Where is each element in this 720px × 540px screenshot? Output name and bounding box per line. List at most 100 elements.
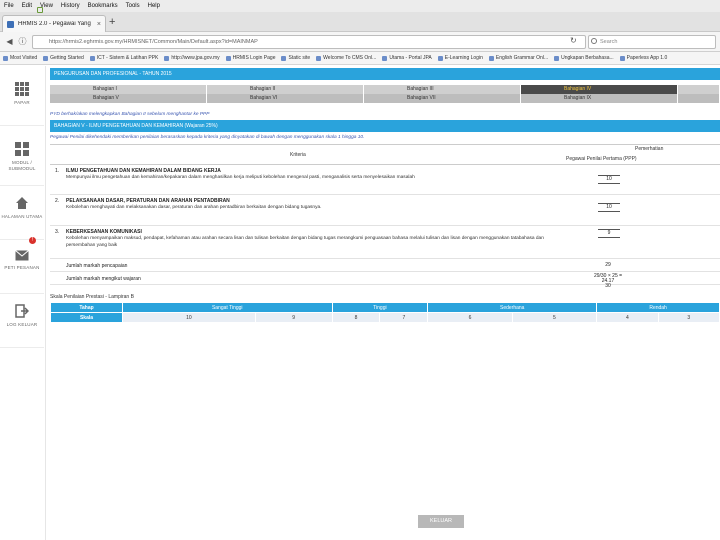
section-title: BAHAGIAN V - ILMU PENGETAHUAN DAN KEMAHI… bbox=[50, 120, 720, 132]
skala-value: 6 bbox=[427, 312, 513, 323]
bookmark-icon bbox=[437, 55, 443, 61]
tab-bahagian-9[interactable]: Bahagian IX bbox=[521, 94, 678, 103]
score-input[interactable]: 10 bbox=[598, 203, 620, 212]
bookmark-item[interactable]: ICT - Sistem & Latihan PPK bbox=[89, 55, 158, 61]
criteria-table: Kriteria Pemerhatian Pegawai Penilai Per… bbox=[50, 144, 720, 289]
bookmark-item[interactable]: Utama - Portal JPA bbox=[382, 55, 432, 61]
bookmark-item[interactable]: Most Visited bbox=[3, 55, 37, 61]
menu-tools[interactable]: Tools bbox=[126, 3, 140, 9]
skala-title: Skala Penilaian Prestasi - Lampiran B bbox=[50, 294, 134, 300]
tab-title: HRMIS 2.0 - Pegawai Yang ... bbox=[18, 21, 93, 27]
tab-bahagian-4[interactable]: Bahagian IV bbox=[521, 85, 678, 94]
summary-row: Jumlah markah mengikut wajaran 29/30 × 2… bbox=[50, 272, 720, 289]
skala-table: Tahap Sangat Tinggi Tinggi Sederhana Ren… bbox=[50, 302, 720, 323]
bookmark-icon bbox=[316, 55, 322, 61]
skala-value: 7 bbox=[379, 312, 429, 323]
bookmark-item[interactable]: E-Learning Login bbox=[437, 55, 483, 61]
tab-strip: HRMIS 2.0 - Pegawai Yang ... × + bbox=[0, 12, 720, 32]
search-input[interactable]: Search bbox=[588, 35, 716, 49]
menu-bar: File Edit View History Bookmarks Tools H… bbox=[0, 0, 720, 12]
summary-row: Jumlah markah pencapaian 29 bbox=[50, 259, 720, 272]
bookmark-icon bbox=[554, 55, 560, 61]
skala-value: 8 bbox=[331, 312, 381, 323]
bookmark-icon bbox=[488, 55, 494, 61]
bookmark-icon bbox=[619, 55, 625, 61]
sidebar-label: HALAMAN UTAMA bbox=[1, 214, 43, 219]
favicon-icon bbox=[7, 20, 14, 28]
keluar-button[interactable]: KELUAR bbox=[418, 515, 464, 528]
bookmark-item[interactable]: HRMIS Login Page bbox=[225, 55, 275, 61]
menu-history[interactable]: History bbox=[61, 3, 80, 9]
sidebar-item-halaman-utama[interactable]: HALAMAN UTAMA bbox=[0, 184, 44, 240]
tab-bahagian-5[interactable]: Bahagian V bbox=[50, 94, 207, 103]
bookmark-item[interactable]: Ungkapan Berbahasa... bbox=[554, 55, 614, 61]
menu-file[interactable]: File bbox=[4, 3, 14, 9]
apps-grid-icon bbox=[15, 82, 29, 96]
skala-value: 3 bbox=[657, 312, 720, 323]
bookmark-icon bbox=[225, 55, 231, 61]
score-input[interactable]: 9 bbox=[598, 229, 620, 238]
bookmark-item[interactable]: http://www.jpa.gov.my bbox=[164, 55, 220, 61]
jumlah-wajaran-result: 30 bbox=[605, 283, 611, 289]
notice-text: PYD berhak/akan melengkapkan Bahagian II… bbox=[50, 112, 210, 117]
search-icon bbox=[591, 38, 597, 44]
bookmark-icon bbox=[43, 55, 49, 61]
menu-bookmarks[interactable]: Bookmarks bbox=[88, 3, 118, 9]
back-icon[interactable]: ◀ bbox=[4, 36, 15, 47]
menu-edit[interactable]: Edit bbox=[22, 3, 32, 9]
tab-spacer bbox=[678, 85, 720, 94]
table-row: 2. PELAKSANAAN DASAR, PERATURAN DAN ARAH… bbox=[50, 195, 720, 226]
sidebar-label: MODUL / SUBMODUL bbox=[8, 160, 36, 171]
module-grid-icon bbox=[15, 142, 29, 156]
bookmark-icon bbox=[3, 55, 8, 61]
jumlah-wajaran-label: Jumlah markah mengikut wajaran bbox=[66, 276, 141, 282]
criteria-desc: Kebolehan menghayati dan melaksanakan da… bbox=[66, 205, 322, 210]
sidebar-item-modul[interactable]: MODUL / SUBMODUL bbox=[0, 130, 44, 186]
criteria-desc: Kebolehan menyampaikan maksud, pendapat,… bbox=[66, 236, 544, 248]
page-title: PENGURUSAN DAN PROFESIONAL - TAHUN 2015 bbox=[50, 68, 720, 80]
bookmark-item[interactable]: Welcome To CMS Onl... bbox=[316, 55, 376, 61]
sidebar-item-log-keluar[interactable]: LOG KELUAR bbox=[0, 292, 44, 348]
skala-value: 4 bbox=[596, 312, 659, 323]
criteria-desc: Mempunyai ilmu pengetahuan dan kemahiran… bbox=[66, 175, 415, 180]
url-bar[interactable]: https://hrmis2.eghrmis.gov.my/HRMISNET/C… bbox=[32, 35, 586, 49]
tab-bahagian-1[interactable]: Bahagian I bbox=[50, 85, 207, 94]
skala-header-tahap: Tahap bbox=[50, 302, 123, 313]
sidebar-label: PETI PESANAN bbox=[4, 265, 40, 270]
main-content: PENGURUSAN DAN PROFESIONAL - TAHUN 2015 … bbox=[50, 66, 720, 540]
criteria-number: 1. bbox=[55, 168, 60, 174]
bookmark-icon bbox=[382, 55, 388, 61]
sidebar-label: LOG KELUAR bbox=[6, 322, 38, 327]
table-row: 1. ILMU PENGETAHUAN DAN KEMAHIRAN DALAM … bbox=[50, 165, 720, 195]
sidebar-item-peti-pesanan[interactable]: PETI PESANAN bbox=[0, 238, 44, 294]
col-pemerhatian: Pemerhatian bbox=[635, 146, 664, 152]
bookmark-item[interactable]: Paperless App 1.0 bbox=[619, 55, 667, 61]
tab-bahagian-7[interactable]: Bahagian VII bbox=[364, 94, 521, 103]
menu-help[interactable]: Help bbox=[148, 3, 160, 9]
reload-icon[interactable]: ↻ bbox=[570, 36, 577, 45]
col-ppp: Pegawai Penilai Pertama (PPP) bbox=[566, 156, 637, 162]
new-tab-button[interactable]: + bbox=[109, 16, 115, 28]
tab-bahagian-3[interactable]: Bahagian III bbox=[364, 85, 521, 94]
bookmark-item[interactable]: Getting Started bbox=[43, 55, 84, 61]
tab-bahagian-2[interactable]: Bahagian II bbox=[207, 85, 364, 94]
sidebar-item-papar[interactable]: PAPAR bbox=[0, 70, 44, 126]
skala-header: Sederhana bbox=[427, 302, 598, 313]
jumlah-pencapaian-value: 29 bbox=[605, 262, 611, 268]
close-tab-icon[interactable]: × bbox=[97, 21, 101, 28]
table-row: 3. KEBERKESANAN KOMUNIKASI Kebolehan men… bbox=[50, 226, 720, 259]
home-icon bbox=[16, 197, 28, 209]
bookmark-item[interactable]: English Grammar Onl... bbox=[488, 55, 548, 61]
tab-bahagian-6[interactable]: Bahagian VI bbox=[207, 94, 364, 103]
jumlah-wajaran-value: 29/30 × 25 = 24.17 30 bbox=[591, 274, 625, 289]
mail-icon bbox=[15, 250, 29, 261]
tab-spacer bbox=[678, 94, 720, 103]
skala-value: 9 bbox=[254, 312, 333, 323]
score-input[interactable]: 10 bbox=[598, 175, 620, 184]
skala-header: Sangat Tinggi bbox=[122, 302, 333, 313]
col-kriteria: Kriteria bbox=[290, 152, 306, 158]
bookmark-item[interactable]: Static site bbox=[281, 55, 310, 61]
lock-icon bbox=[37, 7, 43, 13]
browser-tab[interactable]: HRMIS 2.0 - Pegawai Yang ... × bbox=[2, 15, 106, 32]
info-icon[interactable]: ⓘ bbox=[17, 36, 28, 47]
